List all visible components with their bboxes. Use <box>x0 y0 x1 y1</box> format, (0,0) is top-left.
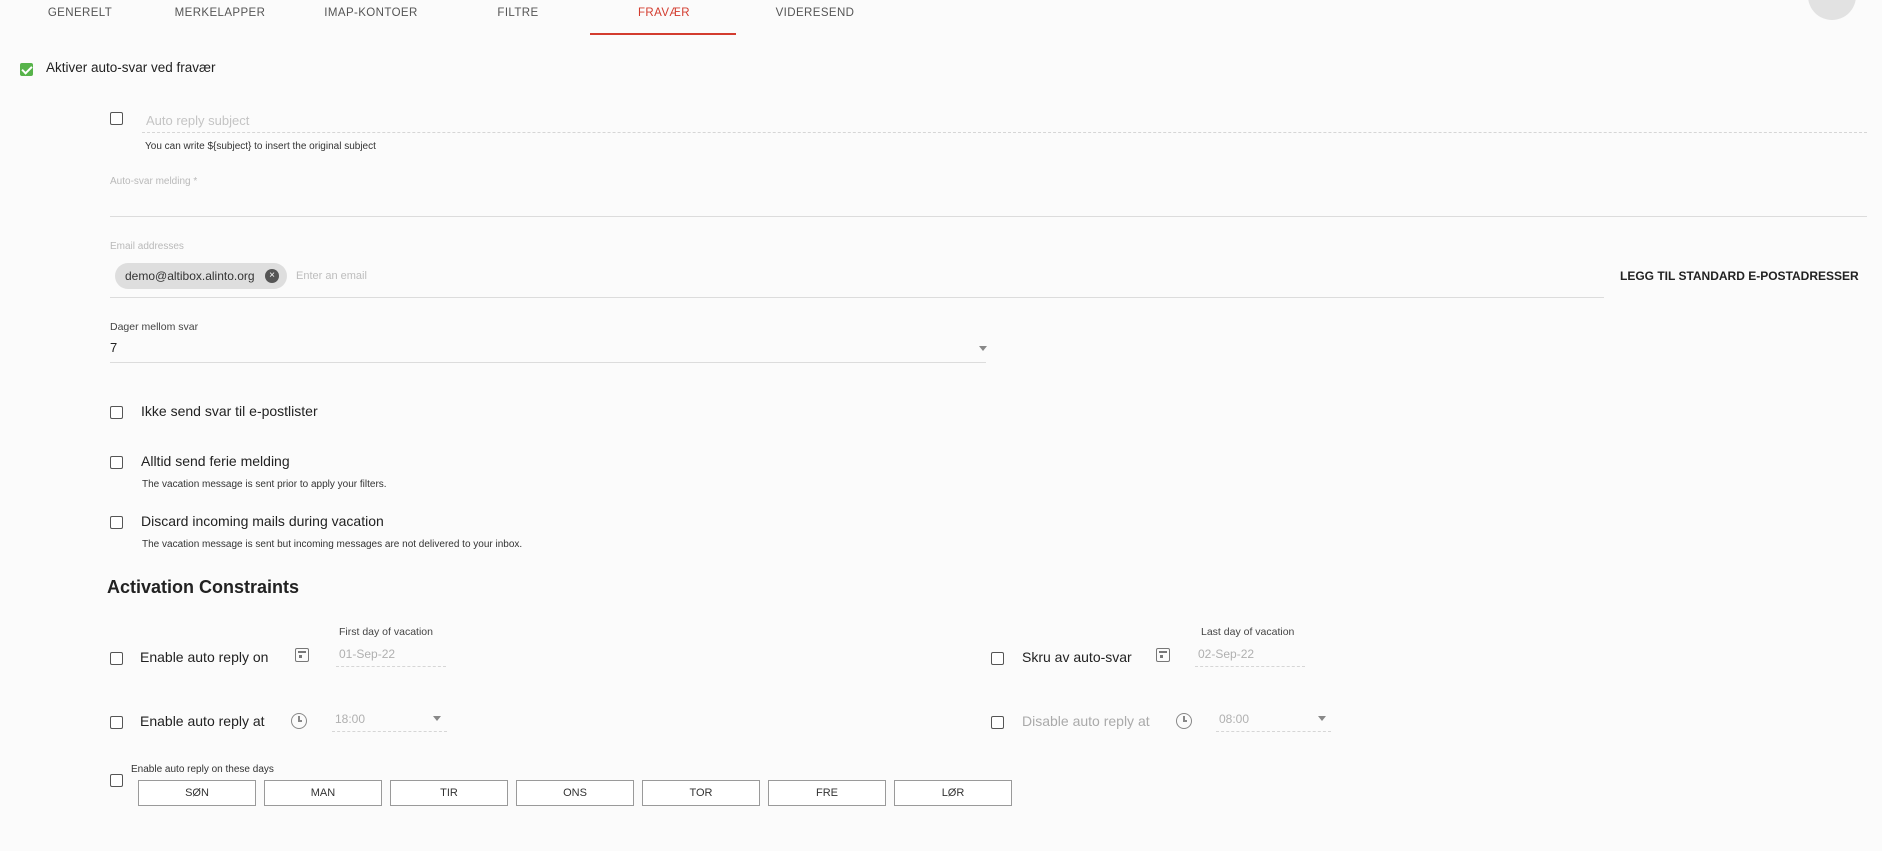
tab-videresend[interactable]: VIDERESEND <box>760 0 870 34</box>
days-label: Enable auto reply on these days <box>131 764 274 775</box>
no-mailing-lists-checkbox[interactable] <box>110 406 123 419</box>
start-date-underline <box>336 666 446 667</box>
clock-icon-end[interactable] <box>1176 713 1192 729</box>
email-underline <box>110 297 1604 298</box>
email-chip-text: demo@altibox.alinto.org <box>125 269 255 283</box>
disable-on-date-checkbox[interactable] <box>991 652 1004 665</box>
days-between-underline <box>110 362 986 363</box>
days-between-label: Dager mellom svar <box>110 321 199 333</box>
start-date-input[interactable]: 01-Sep-22 <box>339 647 395 661</box>
tab-fravaer[interactable]: FRAVÆR <box>614 0 714 34</box>
add-default-emails-button[interactable]: LEGG TIL STANDARD E-POSTADRESSER <box>1620 269 1859 283</box>
avatar[interactable] <box>1808 0 1856 20</box>
email-input[interactable]: Enter an email <box>296 270 367 282</box>
end-time-underline <box>1216 731 1331 732</box>
discard-incoming-label: Discard incoming mails during vacation <box>141 513 384 529</box>
day-button-lor[interactable]: LØR <box>894 780 1012 806</box>
tab-filtre[interactable]: FILTRE <box>468 0 568 34</box>
enable-days-checkbox[interactable] <box>110 774 123 787</box>
disable-at-time-label: Disable auto reply at <box>1022 713 1150 729</box>
always-send-label: Alltid send ferie melding <box>141 453 290 469</box>
end-date-input[interactable]: 02-Sep-22 <box>1198 647 1254 661</box>
chevron-down-icon[interactable] <box>979 346 987 351</box>
calendar-icon[interactable] <box>295 648 309 662</box>
emails-label: Email addresses <box>110 241 184 252</box>
discard-incoming-hint: The vacation message is sent but incomin… <box>142 539 523 550</box>
chevron-down-icon-end-time[interactable] <box>1318 716 1326 721</box>
day-button-fre[interactable]: FRE <box>768 780 886 806</box>
no-mailing-lists-label: Ikke send svar til e-postlister <box>141 403 318 419</box>
day-button-son[interactable]: SØN <box>138 780 256 806</box>
day-button-man[interactable]: MAN <box>264 780 382 806</box>
disable-at-time-checkbox[interactable] <box>991 716 1004 729</box>
clock-icon[interactable] <box>291 713 307 729</box>
end-time-select[interactable]: 08:00 <box>1219 712 1249 726</box>
calendar-icon-end[interactable] <box>1156 648 1170 662</box>
days-between-select[interactable]: 7 <box>110 340 117 355</box>
enable-autoreply-label: Aktiver auto-svar ved fravær <box>46 60 216 75</box>
start-time-select[interactable]: 18:00 <box>335 712 365 726</box>
subject-checkbox[interactable] <box>110 112 123 125</box>
end-date-underline <box>1195 666 1305 667</box>
start-time-underline <box>332 731 447 732</box>
enable-on-date-label: Enable auto reply on <box>140 649 269 665</box>
day-button-ons[interactable]: ONS <box>516 780 634 806</box>
active-tab-indicator <box>590 33 736 35</box>
last-day-label: Last day of vacation <box>1201 626 1295 638</box>
subject-hint: You can write ${subject} to insert the o… <box>145 141 376 152</box>
disable-on-date-label: Skru av auto-svar <box>1022 649 1132 665</box>
enable-at-time-checkbox[interactable] <box>110 716 123 729</box>
day-button-tor[interactable]: TOR <box>642 780 760 806</box>
email-chip[interactable]: demo@altibox.alinto.org × <box>115 263 287 289</box>
tab-imap-kontoer[interactable]: IMAP-KONTOER <box>306 0 436 34</box>
day-button-tir[interactable]: TIR <box>390 780 508 806</box>
chevron-down-icon-start-time[interactable] <box>433 716 441 721</box>
remove-chip-icon[interactable]: × <box>265 269 279 283</box>
tab-generelt[interactable]: GENERELT <box>40 0 120 34</box>
subject-underline <box>142 132 1867 133</box>
constraints-title: Activation Constraints <box>107 577 300 597</box>
discard-incoming-checkbox[interactable] <box>110 516 123 529</box>
always-send-hint: The vacation message is sent prior to ap… <box>142 479 387 490</box>
enable-on-date-checkbox[interactable] <box>110 652 123 665</box>
message-input[interactable] <box>110 216 1867 217</box>
tab-merkelapper[interactable]: MERKELAPPER <box>160 0 280 34</box>
subject-input[interactable]: Auto reply subject <box>146 113 249 128</box>
enable-at-time-label: Enable auto reply at <box>140 713 265 729</box>
message-label: Auto-svar melding * <box>110 176 198 187</box>
always-send-checkbox[interactable] <box>110 456 123 469</box>
enable-autoreply-checkbox[interactable] <box>20 63 33 76</box>
first-day-label: First day of vacation <box>339 626 433 638</box>
